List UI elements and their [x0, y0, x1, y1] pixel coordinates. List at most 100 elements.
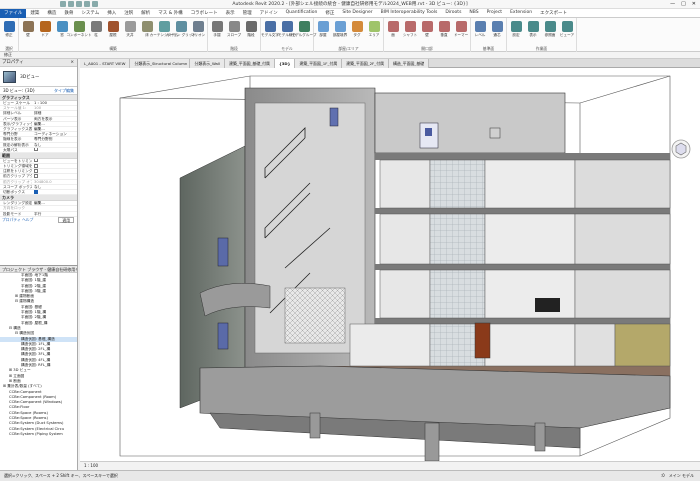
ribbon-tab[interactable]: アドイン	[256, 10, 282, 16]
type-selector[interactable]: 3Dビュー	[0, 67, 77, 87]
file-menu-button[interactable]: ファイル	[0, 8, 27, 18]
property-name: 既定の解析表示	[3, 142, 29, 147]
ribbon-button-label: 壁	[26, 33, 30, 37]
property-checkbox[interactable]	[34, 158, 38, 163]
status-text: 選択=クリック、スペース + 2 Shift キー、スペースキーで選択	[4, 473, 118, 478]
ribbon-tab[interactable]: Quantification	[282, 10, 322, 16]
ribbon-tab[interactable]: システム	[77, 10, 103, 16]
viewcube-icon[interactable]	[670, 138, 692, 160]
property-checkbox[interactable]	[34, 190, 38, 194]
ribbon-tab[interactable]: Diroots	[441, 10, 465, 16]
property-value[interactable]: 編集...	[32, 201, 77, 205]
ribbon-tab[interactable]: 建築	[26, 10, 43, 16]
property-value[interactable]: 詳細	[32, 111, 77, 115]
property-name: ビューをトリミング	[3, 158, 32, 163]
ribbon-tab[interactable]: 構造	[43, 10, 60, 16]
view-scale[interactable]: 1 : 100	[84, 463, 98, 468]
property-value[interactable]: コーディネーション	[32, 132, 77, 136]
property-value[interactable]: 編集...	[32, 122, 77, 126]
property-value[interactable]: なし	[32, 143, 77, 147]
property-value[interactable]: なし	[32, 185, 77, 189]
ribbon-tab-bar: ファイル 建築 構造 鉄骨 システム 挿入 注釈 解析 マス & 外構 コラボレート 表示 管理 アド…	[0, 8, 700, 18]
ribbon-tab[interactable]: Extension	[506, 10, 536, 16]
property-checkbox[interactable]	[34, 164, 38, 168]
view-tab[interactable]: 建築_平面図_1F_付属	[295, 59, 343, 68]
stair-icon	[245, 21, 257, 32]
view-tab[interactable]: 建築_平面図_基礎_付属	[225, 59, 275, 68]
ribbon-group: レベル 通芯 基準面	[471, 18, 507, 52]
ribbon-button-label: 手摺	[213, 33, 221, 37]
property-value[interactable]	[32, 190, 77, 194]
ribbon-tab[interactable]: Site Designer	[338, 10, 376, 16]
ribbon-tab[interactable]: エクスポート	[536, 10, 571, 16]
close-icon[interactable]: ×	[70, 59, 74, 66]
property-value[interactable]	[32, 164, 77, 168]
3d-viewport[interactable]	[80, 68, 700, 461]
properties-help-link[interactable]: プロパティ ヘルプ	[2, 217, 33, 223]
property-checkbox[interactable]	[34, 147, 38, 152]
door-icon	[39, 21, 51, 32]
view-tab[interactable]: 分類表示_Wall	[190, 59, 226, 68]
ribbon-tab[interactable]: 鉄骨	[60, 10, 77, 16]
instance-filter[interactable]: 3D ビュー: {3D} タイプ編集	[0, 87, 77, 95]
browser-tree-item[interactable]: CCBe:System (Piping System	[0, 432, 77, 437]
ribbon-group: 面シャフト壁垂直 ドーマー 開口部	[384, 18, 471, 52]
property-name: 前方クリップ アクティブ	[3, 174, 32, 179]
floor-icon	[141, 21, 153, 32]
ribbon-tab[interactable]: BIM Interoperability Tools	[377, 10, 442, 16]
view-tab[interactable]: 建築_平面図_2F_付属	[342, 59, 390, 68]
property-name: ビュー スケール	[3, 101, 30, 105]
ribbon-tab[interactable]: 修正	[321, 10, 338, 16]
ribbon-group: 設定 表示 参照面 ビューア 作業面	[507, 18, 577, 52]
property-name: 切断ボックス	[3, 190, 26, 194]
property-value[interactable]	[32, 206, 77, 210]
ribbon-button-label: 天井	[126, 33, 134, 37]
ribbon-tab[interactable]: コラボレート	[187, 10, 222, 16]
close-button[interactable]: ✕	[692, 1, 696, 7]
property-name: レンダリング設定	[3, 201, 32, 206]
property-value[interactable]: 両方を表示	[32, 117, 77, 121]
property-value[interactable]: 100	[32, 106, 77, 110]
property-value[interactable]: 1 : 100	[32, 101, 77, 105]
property-value[interactable]	[32, 169, 77, 173]
property-checkbox[interactable]	[34, 169, 38, 173]
ribbon-button-label: 参照面	[544, 33, 556, 37]
minimize-button[interactable]: —	[670, 1, 675, 7]
property-value[interactable]: 304800.0	[32, 180, 77, 184]
view-tab[interactable]: 構造_平面図_基礎	[389, 59, 430, 68]
ribbon-tab[interactable]: 解析	[137, 10, 154, 16]
property-value[interactable]: 専門分野別	[32, 137, 77, 141]
tag-icon	[351, 21, 363, 32]
apply-button[interactable]: 適用	[58, 216, 74, 223]
level-icon	[474, 21, 486, 32]
ribbon-tab[interactable]: NBS	[465, 10, 482, 16]
ribbon-tab[interactable]: 注釈	[120, 10, 137, 16]
view-tab[interactable]: L_A001 - START VIEW	[80, 59, 131, 68]
ribbon-tab[interactable]: 挿入	[103, 10, 120, 16]
ribbon-tab[interactable]: マス & 外構	[154, 10, 186, 16]
highlighted-room[interactable]	[614, 323, 671, 367]
view-control-bar: 1 : 100	[80, 461, 700, 470]
status-count: :0	[660, 473, 665, 478]
property-checkbox[interactable]	[34, 174, 38, 178]
curtain-grid-icon	[175, 21, 187, 32]
active-model[interactable]: メイン モデル	[669, 471, 694, 481]
ribbon-button-label: 窓	[60, 33, 64, 37]
edit-type-button[interactable]: タイプ編集	[54, 87, 74, 94]
view-tab[interactable]: {3D}	[274, 59, 296, 68]
property-value[interactable]	[32, 147, 77, 152]
maximize-button[interactable]: □	[681, 1, 686, 7]
ribbon-button-label: 床	[145, 33, 149, 37]
property-name: グラフィックス表示	[3, 126, 32, 131]
property-value[interactable]: 編集...	[32, 127, 77, 131]
property-value[interactable]: 平行	[32, 212, 77, 216]
ribbon-tab[interactable]: Project	[483, 10, 506, 16]
ribbon-tab[interactable]: 管理	[239, 10, 256, 16]
property-value[interactable]	[32, 174, 77, 178]
view-tab[interactable]: 分類表示_Structural Column	[130, 59, 191, 68]
ribbon-tab[interactable]: 表示	[222, 10, 239, 16]
property-value[interactable]	[32, 158, 77, 163]
column-icon	[90, 21, 102, 32]
ribbon-button-label: 部屋境界	[332, 33, 348, 37]
instance-filter-label: 3D ビュー: {3D}	[3, 88, 36, 93]
